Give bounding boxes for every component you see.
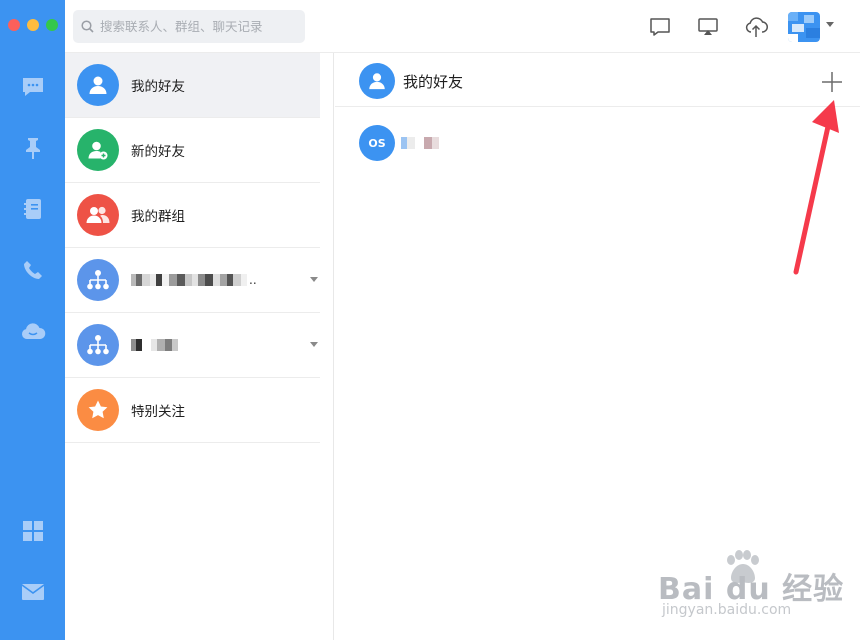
contacts-book-icon[interactable] <box>0 189 65 229</box>
avatar: OS <box>359 125 395 161</box>
list-item-label: 我的好友 <box>131 79 185 95</box>
list-item-organization[interactable]: .. <box>65 248 320 313</box>
app-window: 我的好友 新的好友 我的群组 <box>0 0 860 640</box>
cloud-icon[interactable] <box>0 311 65 351</box>
detail-header: 我的好友 <box>335 53 860 107</box>
add-friend-icon[interactable] <box>820 70 844 94</box>
list-item-label: 我的群组 <box>131 209 185 225</box>
org-chart-icon <box>77 259 119 301</box>
star-icon <box>77 389 119 431</box>
screen-share-icon[interactable] <box>695 14 721 40</box>
list-item-label: 特别关注 <box>131 404 185 420</box>
watermark-url: jingyan.baidu.com <box>662 602 792 618</box>
watermark: Bai du 经验 jingyan.baidu.com <box>640 550 850 630</box>
minimize-window-button[interactable] <box>27 19 39 31</box>
list-item-my-groups[interactable]: 我的群组 <box>65 183 320 248</box>
apps-grid-icon[interactable] <box>0 511 65 551</box>
search-box[interactable] <box>73 10 305 43</box>
friend-list-item[interactable]: OS <box>359 125 439 161</box>
add-user-icon <box>77 129 119 171</box>
page-title: 我的好友 <box>403 73 464 91</box>
top-bar <box>65 0 860 53</box>
truncation-ellipsis: .. <box>249 273 257 287</box>
maximize-window-button[interactable] <box>46 19 58 31</box>
mail-icon[interactable] <box>0 572 65 612</box>
window-controls <box>8 19 58 31</box>
user-avatar[interactable] <box>788 12 820 42</box>
user-icon <box>77 64 119 106</box>
search-icon <box>81 20 94 33</box>
org-chart-icon <box>77 324 119 366</box>
list-item-special-follow[interactable]: 特别关注 <box>65 378 320 443</box>
list-item-label: 新的好友 <box>131 144 185 160</box>
chevron-down-icon[interactable] <box>310 342 318 347</box>
list-item-my-friends[interactable]: 我的好友 <box>65 53 320 118</box>
close-window-button[interactable] <box>8 19 20 31</box>
chevron-down-icon[interactable] <box>310 277 318 282</box>
redacted-name <box>401 137 439 149</box>
user-icon <box>359 63 395 99</box>
search-input[interactable] <box>100 19 300 34</box>
chevron-down-icon[interactable] <box>826 22 834 27</box>
left-nav-rail <box>0 0 65 640</box>
phone-icon[interactable] <box>0 250 65 290</box>
message-icon[interactable] <box>647 14 673 40</box>
chat-bubble-icon[interactable] <box>0 67 65 107</box>
list-item-new-friends[interactable]: 新的好友 <box>65 118 320 183</box>
contact-category-list: 我的好友 新的好友 我的群组 .. 特别关注 <box>65 53 334 640</box>
redacted-name <box>131 274 247 286</box>
redacted-name <box>131 339 178 351</box>
list-item-department[interactable] <box>65 313 320 378</box>
cloud-upload-icon[interactable] <box>743 14 769 40</box>
group-icon <box>77 194 119 236</box>
pin-icon[interactable] <box>0 128 65 168</box>
